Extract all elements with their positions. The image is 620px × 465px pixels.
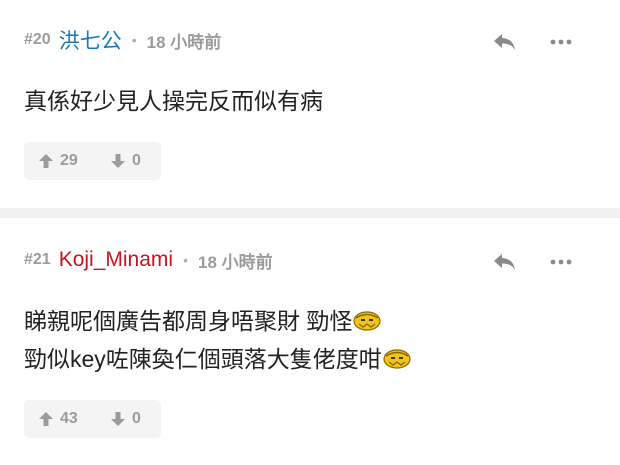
upvote-count: 29 bbox=[60, 152, 78, 169]
reply-button[interactable] bbox=[488, 30, 522, 54]
comment-text-segment: 睇親呢個廣告都周身唔聚財 勁怪 bbox=[24, 308, 353, 334]
meta-separator: • bbox=[183, 252, 188, 268]
arrow-up-icon bbox=[39, 154, 53, 168]
reply-icon bbox=[494, 34, 515, 50]
downvote-button[interactable]: 0 bbox=[100, 400, 141, 438]
bow-emoji-icon bbox=[353, 311, 381, 331]
comment-20: #20 洪七公 • 18 小時前 真係好少見人操完反而似有病 29 0 bbox=[0, 0, 620, 208]
downvote-count: 0 bbox=[132, 410, 141, 427]
timestamp: 18 小時前 bbox=[146, 32, 222, 52]
comment-number: #20 bbox=[24, 31, 51, 48]
comment-21: #21 Koji_Minami • 18 小時前 睇親呢個廣告都周身唔聚財 勁怪 bbox=[0, 218, 620, 465]
timestamp: 18 小時前 bbox=[197, 252, 273, 272]
comment-body: 睇親呢個廣告都周身唔聚財 勁怪 勁似key咗陳奐仁個頭落大隻佬度咁 bbox=[24, 302, 412, 378]
username-link[interactable]: 洪七公 bbox=[59, 25, 122, 55]
more-options-button[interactable] bbox=[544, 30, 578, 54]
upvote-count: 43 bbox=[60, 410, 78, 427]
comment-meta: #20 洪七公 • 18 小時前 bbox=[24, 25, 222, 55]
comment-text-line: 真係好少見人操完反而似有病 bbox=[24, 88, 323, 114]
comment-text-line: 睇親呢個廣告都周身唔聚財 勁怪 bbox=[24, 302, 412, 340]
comment-divider bbox=[0, 208, 620, 218]
upvote-button[interactable]: 43 bbox=[24, 400, 100, 438]
downvote-count: 0 bbox=[132, 152, 141, 169]
comment-body: 真係好少見人操完反而似有病 bbox=[24, 82, 323, 120]
username-link[interactable]: Koji_Minami bbox=[59, 248, 173, 272]
comment-text-line: 勁似key咗陳奐仁個頭落大隻佬度咁 bbox=[24, 340, 412, 378]
upvote-button[interactable]: 29 bbox=[24, 142, 100, 180]
more-icon bbox=[550, 259, 572, 265]
arrow-up-icon bbox=[39, 412, 53, 426]
meta-separator: • bbox=[131, 32, 137, 48]
vote-bar: 43 0 bbox=[24, 400, 161, 438]
arrow-down-icon bbox=[111, 412, 125, 426]
reply-button[interactable] bbox=[488, 250, 522, 274]
arrow-down-icon bbox=[111, 154, 125, 168]
downvote-button[interactable]: 0 bbox=[100, 142, 141, 180]
bow-emoji-icon bbox=[383, 349, 411, 369]
vote-bar: 29 0 bbox=[24, 142, 161, 180]
comment-number: #21 bbox=[24, 251, 51, 268]
comment-text-segment: 勁似key咗陳奐仁個頭落大隻佬度咁 bbox=[24, 346, 382, 372]
comment-meta: #21 Koji_Minami • 18 小時前 bbox=[24, 248, 273, 272]
comment-actions bbox=[488, 30, 578, 54]
reply-icon bbox=[494, 254, 515, 270]
more-options-button[interactable] bbox=[544, 250, 578, 274]
comment-actions bbox=[488, 250, 578, 274]
more-icon bbox=[550, 39, 572, 45]
